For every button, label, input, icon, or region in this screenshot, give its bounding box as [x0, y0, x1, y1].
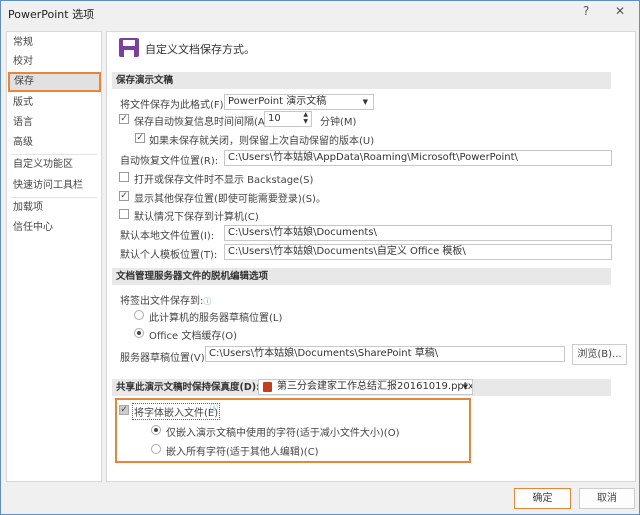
fidelity-file-select[interactable]: 第三分会建家工作总结汇报20161019.pptx ▼: [258, 379, 473, 395]
sidebar-item-general[interactable]: 常规: [8, 33, 101, 53]
radio-embed-all-chars[interactable]: [151, 444, 161, 454]
close-button[interactable]: ✕: [615, 4, 625, 18]
sidebar-item-quick-access[interactable]: 快速访问工具栏: [8, 176, 101, 196]
local-location-label: 默认本地文件位置(I):: [120, 231, 215, 242]
info-icon: ⓘ: [210, 403, 218, 412]
floppy-disk-icon: [119, 38, 139, 57]
autorecover-location-label: 自动恢复文件位置(R):: [120, 156, 219, 167]
template-location-label: 默认个人模板位置(T):: [120, 250, 218, 261]
save-checked-out-label: 将签出文件保存到:ⓘ: [120, 292, 211, 307]
autorecover-label: 保存自动恢复信息时间间隔(A): [134, 117, 269, 128]
keep-last-checkbox[interactable]: ✓: [135, 133, 145, 143]
minutes-label: 分钟(M): [320, 117, 357, 128]
keep-last-label: 如果未保存就关闭，则保留上次自动保留的版本(U): [149, 136, 375, 147]
autorecover-checkbox[interactable]: ✓: [119, 114, 129, 124]
help-button[interactable]: ?: [583, 4, 589, 18]
sidebar-item-save[interactable]: 保存: [8, 72, 101, 92]
show-additional-checkbox[interactable]: ✓: [119, 191, 129, 201]
chevron-down-icon: ▼: [462, 383, 468, 391]
page-title: 自定义文档保存方式。: [145, 43, 255, 56]
format-value: PowerPoint 演示文稿: [228, 96, 327, 107]
embed-fonts-label: 将字体嵌入文件(E): [132, 403, 221, 420]
section-offline-editing: 文档管理服务器文件的脱机编辑选项: [112, 268, 611, 285]
radio-server-drafts[interactable]: [134, 310, 144, 320]
drafts-location-input[interactable]: C:\Users\竹本姑娘\Documents\SharePoint 草稿\: [205, 346, 565, 362]
no-backstage-label: 打开或保存文件时不显示 Backstage(S): [134, 175, 314, 186]
sidebar-item-layout[interactable]: 版式: [8, 93, 101, 113]
radio-office-cache[interactable]: [134, 328, 144, 338]
fidelity-file-name: 第三分会建家工作总结汇报20161019.pptx: [277, 381, 473, 392]
save-to-computer-checkbox[interactable]: [119, 209, 129, 219]
autorecover-location-input[interactable]: C:\Users\竹本姑娘\AppData\Roaming\Microsoft\…: [224, 150, 612, 166]
format-label: 将文件保存为此格式(F):: [120, 100, 227, 111]
sidebar-item-trust-center[interactable]: 信任中心: [8, 218, 101, 238]
section-save-presentations: 保存演示文稿: [112, 72, 611, 89]
options-dialog: PowerPoint 选项 ? ✕ 常规 校对 保存 版式 语言 高级 自定义功…: [0, 0, 640, 515]
sidebar-item-proofing[interactable]: 校对: [8, 52, 101, 72]
save-checked-out-text: 将签出文件保存到:: [120, 296, 204, 307]
local-location-input[interactable]: C:\Users\竹本姑娘\Documents\: [224, 225, 612, 241]
dialog-title: PowerPoint 选项: [8, 8, 95, 21]
office-cache-option-label: Office 文档缓存(O): [149, 331, 238, 342]
no-backstage-checkbox[interactable]: [119, 172, 129, 182]
sidebar-item-language[interactable]: 语言: [8, 113, 101, 133]
save-to-computer-label: 默认情况下保存到计算机(C): [134, 212, 259, 223]
chevron-down-icon: ▼: [362, 98, 368, 106]
format-select[interactable]: PowerPoint 演示文稿 ▼: [224, 94, 374, 110]
browse-button[interactable]: 浏览(B)...: [572, 344, 627, 365]
spinner-arrows-icon[interactable]: ▲ ▼: [303, 112, 308, 125]
template-location-input[interactable]: C:\Users\竹本姑娘\Documents\自定义 Office 模板\: [224, 244, 612, 260]
embed-fonts-checkbox[interactable]: ✓: [119, 405, 129, 415]
cancel-button[interactable]: 取消: [579, 488, 635, 509]
drafts-location-label: 服务器草稿位置(V):: [120, 353, 209, 364]
minutes-value: 10: [268, 113, 281, 124]
sidebar-item-customize-ribbon[interactable]: 自定义功能区: [8, 155, 101, 175]
fidelity-title: 共享此演示文稿时保持保真度(D):: [116, 382, 260, 393]
sidebar-item-addins[interactable]: 加载项: [8, 198, 101, 218]
server-drafts-option-label: 此计算机的服务器草稿位置(L): [149, 313, 283, 324]
show-additional-label: 显示其他保存位置(即使可能需要登录)(S)。: [134, 194, 326, 205]
ok-button[interactable]: 确定: [514, 488, 571, 509]
autorecover-minutes-spinner[interactable]: 10 ▲ ▼: [264, 111, 312, 127]
content-panel: 自定义文档保存方式。 保存演示文稿 将文件保存为此格式(F): PowerPoi…: [106, 31, 636, 482]
sidebar-item-advanced[interactable]: 高级: [8, 133, 101, 153]
embed-all-option-label: 嵌入所有字符(适于其他人编辑)(C): [166, 447, 319, 458]
radio-embed-used-chars[interactable]: [151, 425, 161, 435]
powerpoint-file-icon: [263, 382, 272, 392]
info-icon: ⓘ: [203, 297, 212, 306]
sidebar: 常规 校对 保存 版式 语言 高级 自定义功能区 快速访问工具栏 加载项 信任中…: [6, 31, 102, 482]
embed-used-option-label: 仅嵌入演示文稿中使用的字符(适于减小文件大小)(O): [166, 428, 400, 439]
